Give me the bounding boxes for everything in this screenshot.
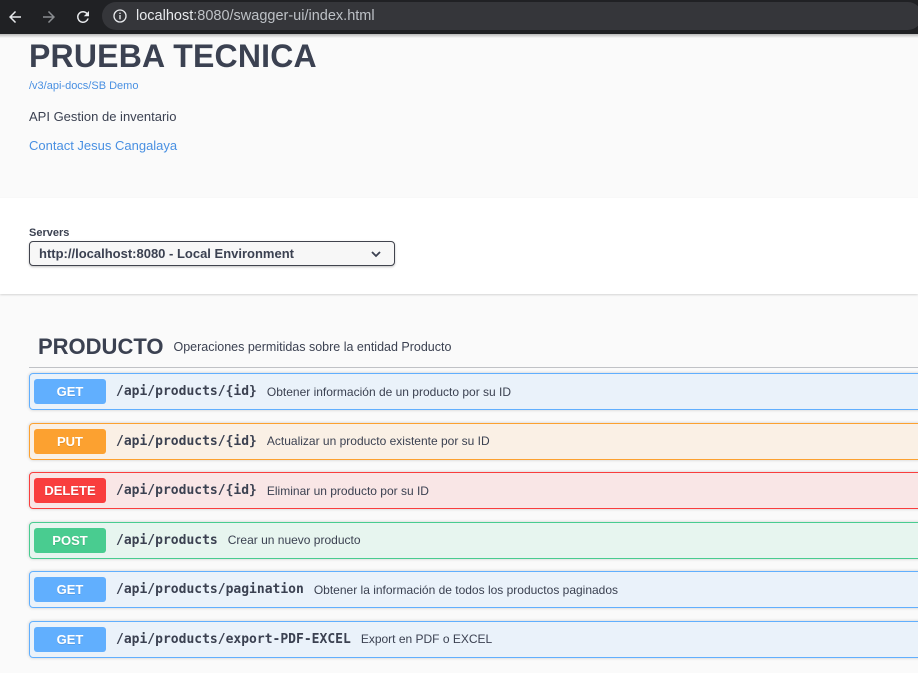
operation-summary: Eliminar un producto por su ID xyxy=(266,483,429,498)
operation-post-product[interactable]: POST /api/products Crear un nuevo produc… xyxy=(29,521,918,559)
operation-get-product-by-id[interactable]: GET /api/products/{id} Obtener informaci… xyxy=(29,373,918,410)
operation-get-pagination[interactable]: GET /api/products/pagination Obtener la … xyxy=(29,571,918,608)
operation-summary: Export en PDF o EXCEL xyxy=(360,632,493,646)
servers-select[interactable]: http://localhost:8080 - Local Environmen… xyxy=(29,241,395,266)
operations-list: GET /api/products/{id} Obtener informaci… xyxy=(29,373,918,670)
address-bar[interactable]: localhost:8080/swagger-ui/index.html xyxy=(102,2,918,30)
chevron-down-icon xyxy=(371,251,381,258)
operation-path: /api/products xyxy=(116,532,218,548)
method-badge: GET xyxy=(34,626,106,652)
browser-toolbar: localhost:8080/swagger-ui/index.html xyxy=(0,0,918,34)
operation-path: /api/products/{id} xyxy=(116,433,257,449)
reload-icon[interactable] xyxy=(72,6,94,28)
operation-put-product[interactable]: PUT /api/products/{id} Actualizar un pro… xyxy=(29,422,918,460)
tag-name: PRODUCTO xyxy=(38,333,164,359)
servers-selected-value: http://localhost:8080 - Local Environmen… xyxy=(39,246,294,261)
servers-label: Servers xyxy=(29,227,70,239)
operation-summary: Actualizar un producto existente por su … xyxy=(266,434,490,448)
operation-path: /api/products/export-PDF-EXCEL xyxy=(116,631,351,647)
contact-link[interactable]: Contact Jesus Cangalaya xyxy=(29,138,177,153)
method-badge: PUT xyxy=(34,428,106,454)
operation-delete-product[interactable]: DELETE /api/products/{id} Eliminar un pr… xyxy=(29,472,918,509)
page-title: PRUEBA TECNICA xyxy=(29,38,317,74)
operation-summary: Crear un nuevo producto xyxy=(227,533,361,547)
operation-summary: Obtener la información de todos los prod… xyxy=(313,582,619,597)
forward-arrow-icon[interactable] xyxy=(38,6,60,28)
tag-header-producto[interactable]: PRODUCTO Operaciones permitidas sobre la… xyxy=(29,326,918,368)
operation-summary: Obtener información de un producto por s… xyxy=(266,384,512,399)
operation-path: /api/products/{id} xyxy=(116,384,257,399)
operation-path: /api/products/pagination xyxy=(116,582,304,597)
servers-section: Servers http://localhost:8080 - Local En… xyxy=(0,198,918,294)
method-badge: GET xyxy=(34,379,106,404)
tag-description: Operaciones permitidas sobre la entidad … xyxy=(173,339,452,354)
method-badge: GET xyxy=(34,577,106,602)
operation-get-export[interactable]: GET /api/products/export-PDF-EXCEL Expor… xyxy=(29,620,918,658)
url-text: localhost:8080/swagger-ui/index.html xyxy=(136,8,375,24)
method-badge: POST xyxy=(34,527,106,553)
api-docs-link[interactable]: /v3/api-docs/SB Demo xyxy=(29,80,138,92)
operation-path: /api/products/{id} xyxy=(116,483,257,498)
method-badge: DELETE xyxy=(34,478,106,503)
api-description: API Gestion de inventario xyxy=(29,109,177,124)
info-icon[interactable] xyxy=(112,8,128,24)
back-arrow-icon[interactable] xyxy=(4,6,26,28)
